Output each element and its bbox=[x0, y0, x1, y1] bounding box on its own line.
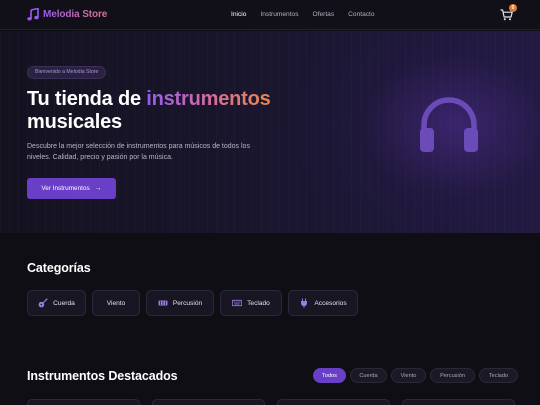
headphones-icon bbox=[418, 94, 480, 154]
hero-title-accent: instrumentos bbox=[146, 88, 271, 110]
music-note-icon bbox=[27, 8, 39, 21]
guitar-icon bbox=[38, 298, 48, 308]
category-percusion[interactable]: Percusión bbox=[146, 290, 214, 316]
product-card[interactable] bbox=[152, 399, 265, 405]
product-card[interactable] bbox=[27, 399, 140, 405]
hero-title-suffix: musicales bbox=[27, 111, 122, 133]
view-instruments-label: Ver Instrumentos bbox=[41, 185, 90, 192]
hero-title: Tu tienda de instrumentos musicales bbox=[27, 88, 347, 134]
main-nav: Inicio Instrumentos Ofertas Contacto bbox=[231, 11, 389, 18]
top-navbar: Melodia Store Inicio Instrumentos Oferta… bbox=[0, 0, 540, 30]
hero-section: Bienvenido a Melodia Store Tu tienda de … bbox=[0, 31, 540, 233]
cart-button[interactable]: 0 bbox=[500, 4, 517, 21]
category-cuerda[interactable]: Cuerda bbox=[27, 290, 86, 316]
brand-name: Melodia Store bbox=[43, 9, 108, 20]
plug-icon bbox=[301, 298, 308, 308]
filter-todos[interactable]: Todos bbox=[313, 368, 346, 383]
filter-percusion[interactable]: Percusión bbox=[430, 368, 475, 383]
categories-title: Categorías bbox=[27, 261, 91, 275]
category-label: Teclado bbox=[247, 299, 270, 307]
category-label: Accesorios bbox=[314, 299, 347, 307]
brand-logo[interactable]: Melodia Store bbox=[27, 8, 107, 21]
welcome-badge: Bienvenido a Melodia Store bbox=[27, 66, 107, 79]
nav-link-contacto[interactable]: Contacto bbox=[348, 11, 374, 18]
product-card[interactable] bbox=[277, 399, 390, 405]
featured-title: Instrumentos Destacados bbox=[27, 369, 178, 383]
keyboard-icon bbox=[232, 299, 243, 307]
drum-icon bbox=[158, 300, 168, 306]
nav-link-inicio[interactable]: Inicio bbox=[231, 11, 246, 18]
category-label: Viento bbox=[106, 299, 126, 307]
hero-title-prefix: Tu tienda de bbox=[27, 88, 141, 110]
category-list: Cuerda Viento Percusión Teclado Accesori… bbox=[27, 290, 358, 316]
product-card[interactable] bbox=[402, 399, 515, 405]
nav-link-instrumentos[interactable]: Instrumentos bbox=[260, 11, 298, 18]
hero-description: Descubre la mejor selección de instrumen… bbox=[27, 143, 250, 161]
category-accesorios[interactable]: Accesorios bbox=[288, 290, 358, 316]
category-label: Percusión bbox=[172, 299, 203, 307]
view-instruments-button[interactable]: Ver Instrumentos → bbox=[27, 178, 116, 199]
cart-count-badge: 0 bbox=[509, 4, 517, 12]
category-label: Cuerda bbox=[53, 299, 75, 307]
filter-chips: Todos Cuerda Viento Percusión Teclado bbox=[313, 368, 518, 383]
filter-cuerda[interactable]: Cuerda bbox=[350, 368, 387, 383]
category-teclado[interactable]: Teclado bbox=[220, 290, 282, 316]
nav-link-ofertas[interactable]: Ofertas bbox=[313, 11, 335, 18]
arrow-right-icon: → bbox=[94, 185, 102, 192]
category-viento[interactable]: Viento bbox=[92, 290, 140, 316]
filter-teclado[interactable]: Teclado bbox=[479, 368, 518, 383]
filter-viento[interactable]: Viento bbox=[391, 368, 426, 383]
